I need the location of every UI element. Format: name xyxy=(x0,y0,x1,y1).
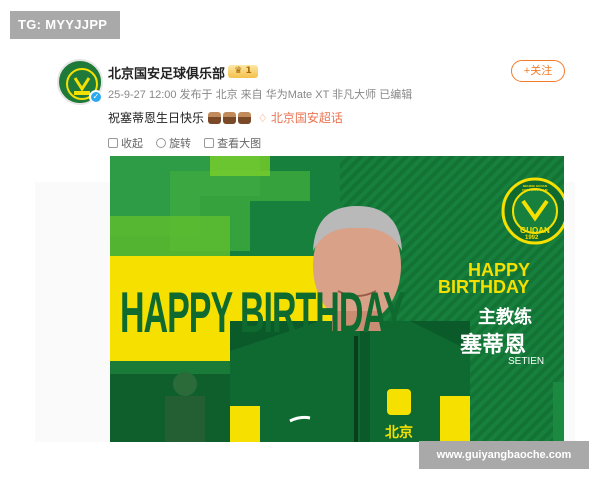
cake-emoji-icon xyxy=(223,112,237,124)
post-body: 祝塞蒂恩生日快乐 xyxy=(108,111,205,125)
zoom-icon xyxy=(204,138,215,148)
weibo-post-card: ✓ 北京国安足球俱乐部 ♛ 1 25-9-27 12:00 发布于 北京 来自 … xyxy=(35,42,575,442)
collapse-label: 收起 xyxy=(121,138,143,150)
coach-role: 主教练 xyxy=(478,307,532,327)
topic-diamond-icon: ♢ xyxy=(257,113,268,125)
image-toolbar: 收起 旋转 查看大图 xyxy=(108,135,271,151)
view-large-label: 查看大图 xyxy=(217,138,262,150)
vip-badge[interactable]: ♛ 1 xyxy=(228,65,258,78)
birthday-banner-image[interactable]: HAPPY BIRTHDAY HAPPY BIRTHDAY 主教练 塞蒂恩 SE… xyxy=(110,156,564,442)
club-badge-year: 1992 xyxy=(525,235,539,241)
side-birthday: BIRTHDAY xyxy=(438,277,530,297)
topic-link[interactable]: 北京国安超话 xyxy=(271,111,343,125)
collapse-button[interactable]: 收起 xyxy=(108,135,143,151)
follow-button[interactable]: +关注 xyxy=(511,60,565,82)
watermark-tg: TG: MYYJJPP xyxy=(10,11,120,39)
collapse-icon xyxy=(108,138,118,148)
coach-name-en: SETIEN xyxy=(508,356,545,367)
post-text: 祝塞蒂恩生日快乐 ♢ 北京国安超话 xyxy=(108,109,343,126)
crown-icon: ♛ xyxy=(234,66,243,76)
url-watermark: www.guiyangbaoche.com xyxy=(419,441,589,469)
post-meta: 25-9-27 12:00 发布于 北京 来自 华为Mate XT 非凡大师 已… xyxy=(108,89,413,101)
club-badge-text: GUOAN xyxy=(520,226,550,235)
club-badge-top: BEIJING GUOAN FOOTBALL CLUB xyxy=(522,184,548,192)
jersey-text: 北京 xyxy=(385,424,413,440)
verified-icon: ✓ xyxy=(89,90,103,104)
rotate-button[interactable]: 旋转 xyxy=(156,135,191,151)
cake-emoji-icon xyxy=(238,112,252,124)
rotate-icon xyxy=(156,138,167,148)
vip-level: 1 xyxy=(245,66,252,76)
cake-emoji-icon xyxy=(208,112,222,124)
big-birthday-text: HAPPY BIRTHDAY xyxy=(120,281,406,346)
view-large-button[interactable]: 查看大图 xyxy=(204,135,261,151)
coach-name-cn: 塞蒂恩 xyxy=(460,332,527,357)
rotate-label: 旋转 xyxy=(169,138,192,150)
username[interactable]: 北京国安足球俱乐部 xyxy=(108,63,225,82)
